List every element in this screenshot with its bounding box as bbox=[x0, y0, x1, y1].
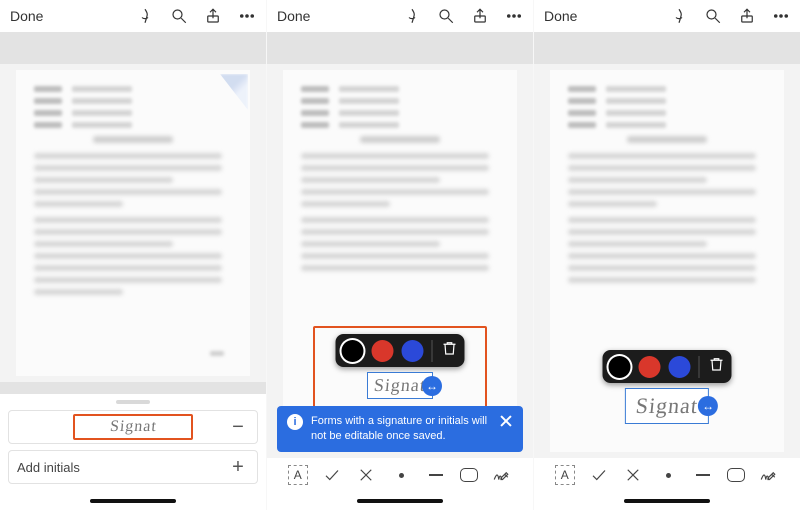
signature-row[interactable]: Signat − bbox=[8, 410, 258, 444]
color-swatch-blue[interactable] bbox=[402, 340, 424, 362]
screen-3-signature-placed: Done bbox=[534, 0, 800, 510]
gray-band-top bbox=[534, 32, 800, 64]
divider bbox=[699, 356, 700, 378]
gray-band-bottom bbox=[0, 382, 266, 394]
add-initials-row[interactable]: Add initials + bbox=[8, 450, 258, 484]
home-indicator bbox=[267, 492, 533, 510]
search-icon[interactable] bbox=[170, 7, 188, 25]
roundrect-tool[interactable] bbox=[460, 468, 478, 482]
more-icon[interactable] bbox=[238, 7, 256, 25]
pen-icon[interactable] bbox=[136, 7, 154, 25]
document-area[interactable]: Signat ↔ bbox=[534, 64, 800, 458]
checkmark-tool[interactable] bbox=[321, 464, 343, 486]
resize-handle[interactable]: ↔ bbox=[422, 376, 442, 396]
delete-signature-button[interactable] bbox=[441, 339, 459, 362]
color-swatch-red[interactable] bbox=[372, 340, 394, 362]
color-swatch-blue[interactable] bbox=[669, 356, 691, 378]
cross-tool[interactable] bbox=[355, 464, 377, 486]
screen-1-signature-tray: Done bbox=[0, 0, 267, 510]
info-banner: i Forms with a signature or initials wil… bbox=[277, 406, 523, 452]
placed-signature[interactable]: Signat ↔ bbox=[367, 372, 433, 399]
banner-close-button[interactable] bbox=[499, 414, 513, 428]
fillsign-toolbar: A bbox=[534, 458, 800, 492]
cross-tool[interactable] bbox=[622, 464, 644, 486]
textbox-tool[interactable]: A bbox=[288, 465, 308, 485]
line-tool[interactable] bbox=[425, 464, 447, 486]
share-icon[interactable] bbox=[471, 7, 489, 25]
signature-content: Signat bbox=[635, 393, 700, 419]
color-swatch-black[interactable] bbox=[342, 340, 364, 362]
dot-tool[interactable] bbox=[390, 464, 412, 486]
color-picker-popover bbox=[336, 334, 465, 367]
roundrect-tool[interactable] bbox=[727, 468, 745, 482]
done-button[interactable]: Done bbox=[277, 8, 310, 24]
checkmark-tool[interactable] bbox=[588, 464, 610, 486]
banner-message: Forms with a signature or initials will … bbox=[311, 414, 491, 444]
resize-handle[interactable]: ↔ bbox=[698, 396, 718, 416]
signature-content: Signat bbox=[373, 375, 427, 396]
line-tool[interactable] bbox=[692, 464, 714, 486]
color-picker-popover bbox=[603, 350, 732, 383]
add-initials-label: Add initials bbox=[17, 460, 80, 475]
fillsign-toolbar: A bbox=[267, 458, 533, 492]
done-button[interactable]: Done bbox=[544, 8, 577, 24]
signature-tool[interactable] bbox=[757, 464, 779, 486]
topbar: Done bbox=[267, 0, 533, 32]
document-area[interactable]: Signat ↔ i Forms with a signature or ini… bbox=[267, 64, 533, 458]
document-page bbox=[16, 70, 250, 376]
home-indicator bbox=[0, 492, 266, 510]
dot-tool[interactable] bbox=[657, 464, 679, 486]
pen-icon[interactable] bbox=[403, 7, 421, 25]
document-area[interactable] bbox=[0, 64, 266, 382]
search-icon[interactable] bbox=[704, 7, 722, 25]
color-swatch-red[interactable] bbox=[639, 356, 661, 378]
textbox-tool[interactable]: A bbox=[555, 465, 575, 485]
home-indicator bbox=[534, 492, 800, 510]
signature-tool[interactable] bbox=[490, 464, 512, 486]
search-icon[interactable] bbox=[437, 7, 455, 25]
divider bbox=[432, 340, 433, 362]
color-swatch-black[interactable] bbox=[609, 356, 631, 378]
topbar: Done bbox=[534, 0, 800, 32]
info-icon: i bbox=[287, 414, 303, 430]
more-icon[interactable] bbox=[505, 7, 523, 25]
topbar: Done bbox=[0, 0, 266, 32]
gray-band-top bbox=[0, 32, 266, 64]
delete-signature-button[interactable] bbox=[708, 355, 726, 378]
drag-handle[interactable] bbox=[116, 400, 150, 404]
signature-tray: Signat − Add initials + bbox=[0, 394, 266, 492]
more-icon[interactable] bbox=[772, 7, 790, 25]
screen-2-signature-placed-with-banner: Done bbox=[267, 0, 534, 510]
gray-band-top bbox=[267, 32, 533, 64]
remove-signature-button[interactable]: − bbox=[227, 417, 249, 437]
share-icon[interactable] bbox=[738, 7, 756, 25]
placed-signature[interactable]: Signat ↔ bbox=[625, 388, 709, 424]
add-initials-button[interactable]: + bbox=[227, 457, 249, 477]
signature-preview[interactable]: Signat bbox=[73, 414, 193, 440]
share-icon[interactable] bbox=[204, 7, 222, 25]
pen-icon[interactable] bbox=[670, 7, 688, 25]
done-button[interactable]: Done bbox=[10, 8, 43, 24]
